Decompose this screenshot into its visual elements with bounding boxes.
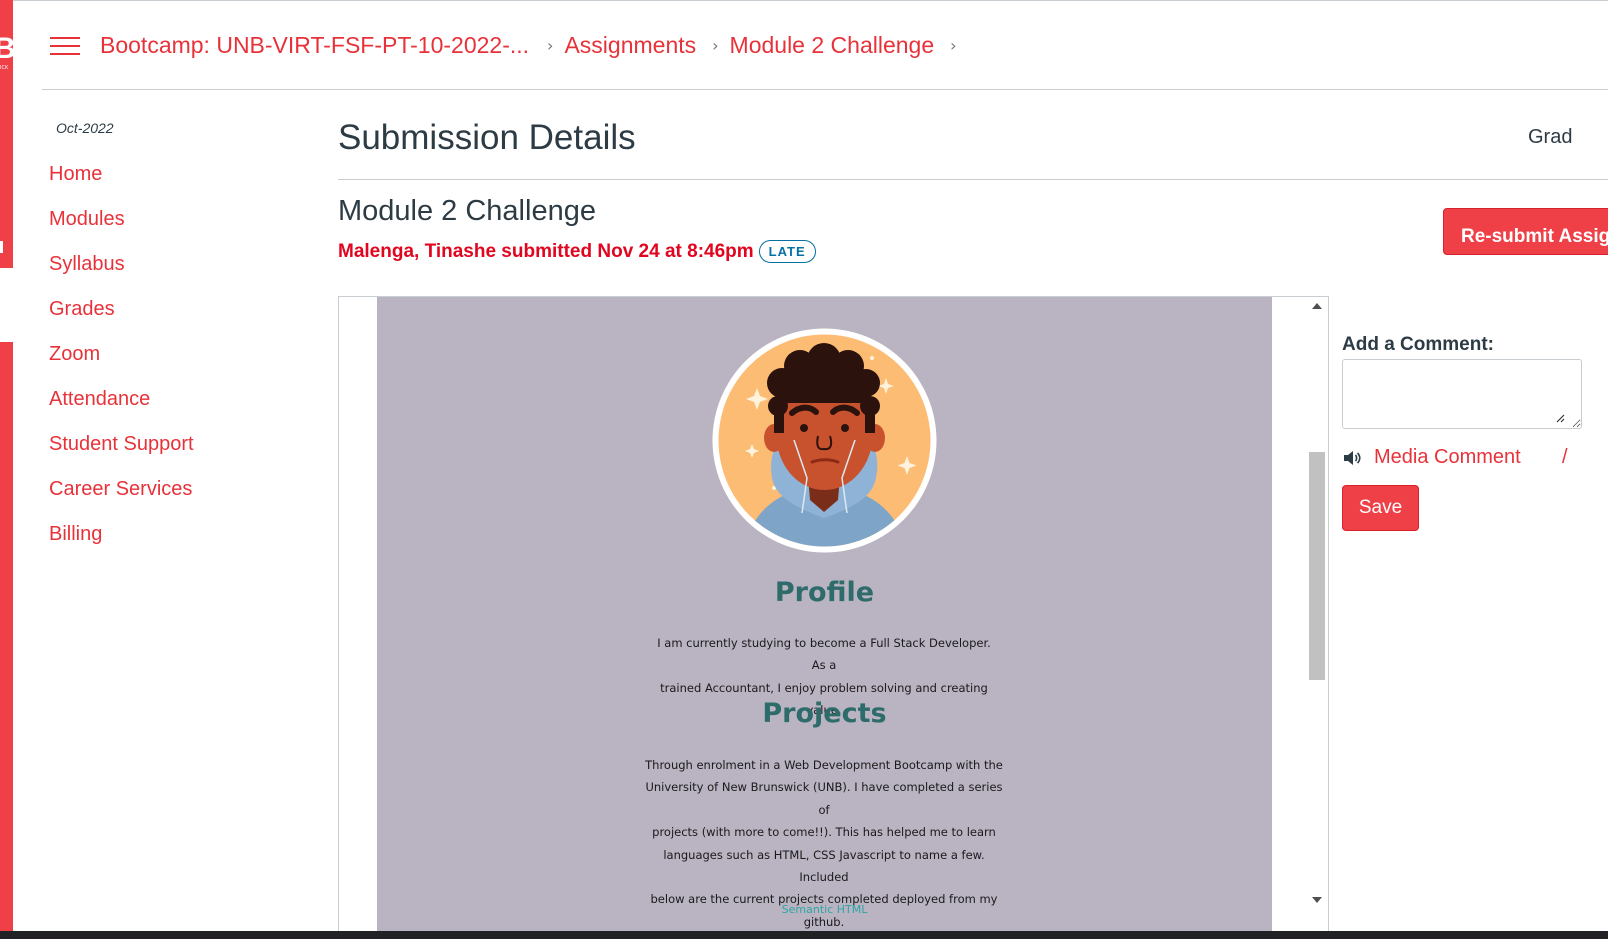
institution-logo[interactable]: B (0, 34, 13, 64)
submission-preview-frame[interactable]: Profile I am currently studying to becom… (338, 296, 1329, 939)
speaker-icon (1344, 450, 1361, 465)
late-badge: LATE (758, 240, 816, 263)
global-nav-active-indicator (0, 241, 3, 253)
page-header: Bootcamp: UNB-VIRT-FSF-PT-10-2022-... › … (42, 0, 1608, 90)
course-nav-attendance[interactable]: Attendance (49, 388, 150, 411)
grade-label: Grad (1528, 126, 1573, 148)
scrollbar-thumb[interactable] (1309, 452, 1325, 680)
portfolio-page: Profile I am currently studying to becom… (377, 297, 1272, 939)
attach-file-icon[interactable]: / (1562, 446, 1568, 469)
add-comment-label: Add a Comment: (1342, 334, 1494, 355)
course-nav-zoom[interactable]: Zoom (49, 343, 100, 366)
scroll-down-arrow-icon[interactable] (1312, 897, 1322, 903)
course-nav-billing[interactable]: Billing (49, 523, 102, 546)
project-link[interactable]: Semantic HTML (377, 903, 1272, 916)
global-nav[interactable]: B ICK (0, 0, 13, 268)
breadcrumb-separator-icon: › (712, 35, 719, 55)
course-term: Oct-2022 (56, 120, 114, 136)
assignment-title: Module 2 Challenge (338, 195, 596, 227)
course-nav-modules[interactable]: Modules (49, 208, 125, 231)
breadcrumb-separator-icon: › (547, 35, 554, 55)
breadcrumb-course[interactable]: Bootcamp: UNB-VIRT-FSF-PT-10-2022-... (100, 32, 529, 59)
page-title: Submission Details (338, 118, 636, 157)
breadcrumb-assignments[interactable]: Assignments (564, 32, 696, 59)
comment-textarea[interactable] (1342, 359, 1582, 429)
profile-text-line: I am currently studying to become a Full… (657, 636, 991, 673)
projects-heading: Projects (762, 698, 887, 729)
course-nav-grades[interactable]: Grades (49, 298, 115, 321)
profile-avatar-illustration (712, 328, 937, 553)
projects-text-line: University of New Brunswick (UNB). I hav… (645, 780, 1003, 817)
breadcrumb-module-2-challenge[interactable]: Module 2 Challenge (730, 32, 935, 59)
scroll-up-arrow-icon[interactable] (1312, 303, 1322, 309)
comment-panel: Add a Comment: Media Comment / Save (1329, 296, 1608, 939)
course-nav-career-services[interactable]: Career Services (49, 478, 192, 501)
save-comment-button[interactable]: Save (1342, 485, 1419, 531)
media-comment-label[interactable]: Media Comment (1374, 446, 1521, 469)
submission-status: Malenga, Tinashe submitted Nov 24 at 8:4… (338, 240, 816, 263)
course-nav-student-support[interactable]: Student Support (49, 433, 194, 456)
taskbar-edge (0, 931, 1608, 939)
title-divider (338, 179, 1608, 180)
hamburger-menu-icon[interactable] (50, 34, 80, 56)
course-nav-home[interactable]: Home (49, 163, 102, 186)
institution-logo-caption: ICK (0, 65, 9, 71)
profile-heading: Profile (774, 577, 875, 608)
course-nav-syllabus[interactable]: Syllabus (49, 253, 125, 276)
projects-text-line: Through enrolment in a Web Development B… (645, 758, 1003, 772)
submitted-text: Malenga, Tinashe submitted Nov 24 at 8:4… (338, 240, 754, 262)
projects-text-line: languages such as HTML, CSS Javascript t… (663, 847, 985, 885)
global-nav-lower (0, 342, 13, 932)
media-comment-link[interactable]: Media Comment (1342, 446, 1521, 469)
preview-scrollbar[interactable] (1308, 297, 1326, 939)
breadcrumb-separator-icon: › (950, 35, 957, 55)
projects-text-line: projects (with more to come!!). This has… (652, 825, 996, 840)
breadcrumb: Bootcamp: UNB-VIRT-FSF-PT-10-2022-... › … (100, 28, 968, 62)
resubmit-assignment-button[interactable]: Re-submit Assignment (1443, 208, 1608, 255)
